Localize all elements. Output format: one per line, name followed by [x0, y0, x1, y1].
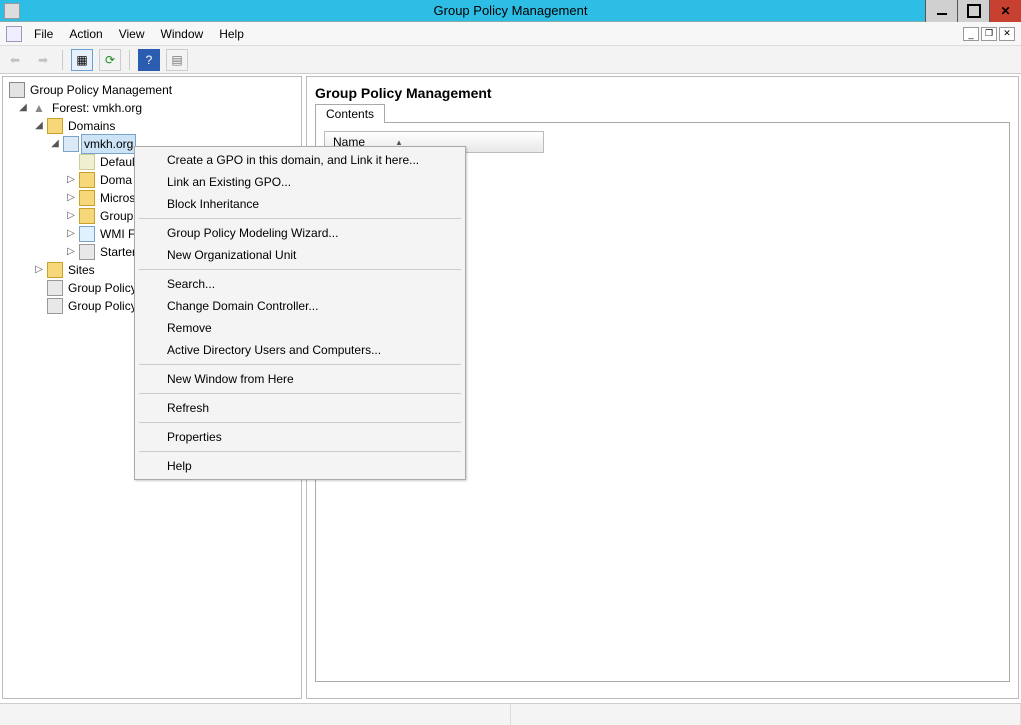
menu-action[interactable]: Action [61, 22, 110, 45]
forward-button[interactable]: ➡ [32, 49, 54, 71]
collapse-icon[interactable]: ◢ [17, 99, 29, 117]
mdi-controls: _ ❐ ✕ [963, 27, 1019, 41]
title-bar: Group Policy Management [0, 0, 1021, 22]
menu-window[interactable]: Window [153, 22, 212, 45]
context-menu-item[interactable]: Refresh [137, 397, 463, 419]
sites-icon [47, 262, 63, 278]
tree-domains[interactable]: ◢ Domains [7, 117, 299, 135]
context-menu-item[interactable]: Link an Existing GPO... [137, 171, 463, 193]
tree-gpos-label: Group [97, 207, 136, 225]
context-menu-separator [139, 451, 461, 452]
context-menu-item[interactable]: Active Directory Users and Computers... [137, 339, 463, 361]
content-title: Group Policy Management [315, 85, 1010, 101]
context-menu-item[interactable]: New Window from Here [137, 368, 463, 390]
window-title: Group Policy Management [0, 3, 1021, 18]
gpm-icon [9, 82, 25, 98]
tree-wmi-label: WMI F [97, 225, 138, 243]
tree-starter-label: Starter [97, 243, 139, 261]
expand-icon[interactable]: ▷ [65, 207, 77, 225]
context-menu[interactable]: Create a GPO in this domain, and Link it… [134, 146, 466, 480]
context-menu-item[interactable]: Properties [137, 426, 463, 448]
context-menu-separator [139, 364, 461, 365]
mdi-minimize-button[interactable]: _ [963, 27, 979, 41]
expand-icon[interactable]: ▷ [33, 261, 45, 279]
status-cell-2 [511, 704, 1021, 725]
context-menu-separator [139, 393, 461, 394]
tree-ms-label: Micros [97, 189, 138, 207]
menu-file[interactable]: File [26, 22, 61, 45]
gpo-link-icon [79, 154, 95, 170]
toolbar: ⬅ ➡ ▦ ⟳ ? ▤ [0, 46, 1021, 74]
menu-view[interactable]: View [111, 22, 153, 45]
mdi-restore-button[interactable]: ❐ [981, 27, 997, 41]
tree-sites-label: Sites [65, 261, 98, 279]
refresh-button[interactable]: ⟳ [99, 49, 121, 71]
context-menu-item[interactable]: Search... [137, 273, 463, 295]
tree-modeling-label: Group Policy [65, 279, 140, 297]
wmi-icon [79, 226, 95, 242]
context-menu-separator [139, 218, 461, 219]
properties-button[interactable]: ▤ [166, 49, 188, 71]
menu-help[interactable]: Help [211, 22, 252, 45]
close-button[interactable] [989, 0, 1021, 22]
expand-icon[interactable]: ▷ [65, 243, 77, 261]
tree-dc-label: Doma [97, 171, 135, 189]
expand-icon[interactable]: ▷ [65, 225, 77, 243]
back-button[interactable]: ⬅ [4, 49, 26, 71]
tree-default-label: Defaul [97, 153, 138, 171]
show-hide-tree-button[interactable]: ▦ [71, 49, 93, 71]
help-button[interactable]: ? [138, 49, 160, 71]
ou-icon [79, 172, 95, 188]
tree-forest[interactable]: ◢ ▲ Forest: vmkh.org [7, 99, 299, 117]
tab-contents[interactable]: Contents [315, 104, 385, 123]
context-menu-item[interactable]: Block Inheritance [137, 193, 463, 215]
context-menu-item[interactable]: Create a GPO in this domain, and Link it… [137, 149, 463, 171]
expand-icon[interactable]: ▷ [65, 189, 77, 207]
ou-icon [79, 190, 95, 206]
context-menu-item[interactable]: Group Policy Modeling Wizard... [137, 222, 463, 244]
minimize-button[interactable] [925, 0, 957, 22]
modeling-icon [47, 280, 63, 296]
context-menu-item[interactable]: Help [137, 455, 463, 477]
context-menu-separator [139, 269, 461, 270]
collapse-icon[interactable]: ◢ [33, 117, 45, 135]
toolbar-separator-2 [129, 50, 130, 70]
toolbar-separator [62, 50, 63, 70]
tree-root-label: Group Policy Management [27, 81, 175, 99]
context-menu-item[interactable]: Remove [137, 317, 463, 339]
context-menu-item[interactable]: New Organizational Unit [137, 244, 463, 266]
folder-icon [79, 208, 95, 224]
folder-icon [47, 118, 63, 134]
status-bar [0, 703, 1021, 725]
collapse-icon[interactable]: ◢ [49, 135, 61, 153]
starter-icon [79, 244, 95, 260]
tree-domain-label: vmkh.org [81, 134, 136, 154]
tree-domains-label: Domains [65, 117, 118, 135]
tree-root[interactable]: Group Policy Management [7, 81, 299, 99]
context-menu-item[interactable]: Change Domain Controller... [137, 295, 463, 317]
maximize-button[interactable] [957, 0, 989, 22]
mmc-icon [6, 26, 22, 42]
context-menu-separator [139, 422, 461, 423]
results-icon [47, 298, 63, 314]
mdi-close-button[interactable]: ✕ [999, 27, 1015, 41]
status-cell-1 [0, 704, 511, 725]
expand-icon[interactable]: ▷ [65, 171, 77, 189]
menu-bar: File Action View Window Help _ ❐ ✕ [0, 22, 1021, 46]
window-controls [925, 0, 1021, 21]
tree-forest-label: Forest: vmkh.org [49, 99, 145, 117]
domain-icon [63, 136, 79, 152]
tree-results-label: Group Policy [65, 297, 140, 315]
forest-icon: ▲ [31, 100, 47, 116]
